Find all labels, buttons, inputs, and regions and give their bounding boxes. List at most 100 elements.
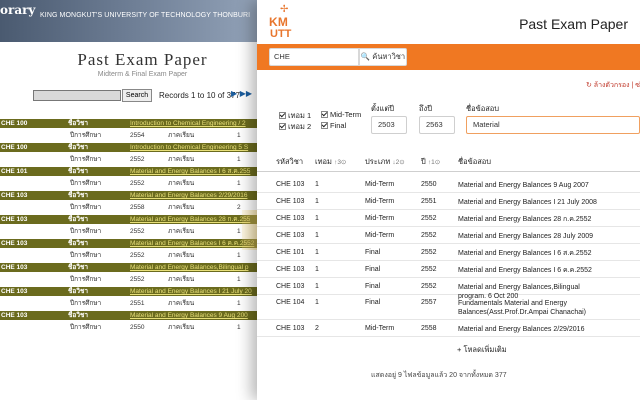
sort-indicator-icon: ↓2⊙ <box>392 159 405 166</box>
cell-term: 1 <box>315 299 319 306</box>
legacy-cell: ชื่อวิชา <box>68 288 89 295</box>
results-table: CHE 103 1 Mid-Term 2550 Material and Energy … <box>257 176 640 337</box>
legacy-cell: 2552 <box>130 228 145 235</box>
legacy-exam-link[interactable]: Material and Energy Balances,Bilingual p <box>130 263 249 272</box>
legacy-cell: ภาคเรียน <box>168 132 195 139</box>
col-header-code[interactable]: รหัสวิชา <box>276 156 303 168</box>
legacy-exam-link[interactable]: Material and Energy Balances 2/29/2016 <box>130 191 247 200</box>
legacy-row-header: CHE 103 ชื่อวิชา Material and Energy Balan… <box>0 311 300 320</box>
checkbox-midterm[interactable]: Mid-Term <box>321 110 361 119</box>
legacy-exam-link[interactable]: Material and Energy Balances 9 Aug 200 <box>130 311 248 320</box>
col-header-year[interactable]: ปี ↑1⊙ <box>421 156 440 168</box>
table-row[interactable]: CHE 103 1 Mid-Term 2552 Material and Energy … <box>257 227 640 244</box>
cell-code: CHE 103 <box>276 266 305 273</box>
search-input[interactable]: CHE <box>269 48 359 66</box>
table-row[interactable]: CHE 103 1 Mid-Term 2550 Material and Energy … <box>257 176 640 193</box>
cell-name: Material and Energy Balances 9 Aug 2007 <box>458 182 589 189</box>
legacy-search-button[interactable]: Search <box>122 89 152 102</box>
legacy-cell: 2550 <box>130 324 145 331</box>
cell-type: Final <box>365 283 381 290</box>
legacy-cell: 2552 <box>130 156 145 163</box>
legacy-cell: 1 <box>237 156 241 163</box>
checkbox-icon <box>279 112 286 119</box>
legacy-cell: 1 <box>237 300 241 307</box>
cell-name: Material and Energy Balances I 6 ส.ค.255… <box>458 250 592 257</box>
table-row[interactable]: CHE 103 1 Mid-Term 2552 Material and Energy … <box>257 210 640 227</box>
legacy-cell: ชื่อวิชา <box>68 312 89 319</box>
legacy-exam-link[interactable]: Introduction to Chemical Engineering 5 S <box>130 143 248 152</box>
legacy-cell: CHE 103 <box>1 312 28 319</box>
cell-term: 1 <box>315 181 319 188</box>
legacy-exam-link[interactable]: Introduction to Chemical Engineering / 2 <box>130 119 246 128</box>
to-year-input[interactable]: 2563 <box>419 116 455 134</box>
cell-year: 2552 <box>421 249 437 256</box>
load-more-button[interactable]: + โหลดเพิ่มเติม <box>457 344 507 356</box>
col-header-term[interactable]: เทอม ↑3⊙ <box>315 156 346 168</box>
legacy-cell: 2552 <box>130 276 145 283</box>
legacy-search-input[interactable] <box>33 90 121 101</box>
legacy-row-detail: ปีการศึกษา 2551 ภาคเรียน 1 <box>0 299 300 308</box>
legacy-pager-icons[interactable]: ▶ ▶▶ <box>231 89 252 98</box>
legacy-cell: ปีการศึกษา <box>70 204 102 211</box>
legacy-cell: ภาคเรียน <box>168 204 195 211</box>
legacy-row-header: CHE 103 ชื่อวิชา Material and Energy Balan… <box>0 287 300 296</box>
legacy-cell: 2 <box>237 204 241 211</box>
search-bar: CHE 🔍 ค้นหาวิชา <box>257 44 640 70</box>
search-button[interactable]: 🔍 ค้นหาวิชา <box>359 48 407 66</box>
checkbox-label: Final <box>330 121 347 130</box>
cell-year: 2552 <box>421 283 437 290</box>
legacy-exam-link[interactable]: Material and Energy Balances I 21 July 2… <box>130 287 252 296</box>
cell-name: Fundamentals Material and Energy Balance… <box>458 300 586 316</box>
from-year-label: ตั้งแต่ปี <box>371 104 394 113</box>
logo-text-bottom: UTT <box>270 28 292 40</box>
legacy-cell: CHE 103 <box>1 192 28 199</box>
legacy-cell: ปีการศึกษา <box>70 324 102 331</box>
legacy-cell: CHE 103 <box>1 216 28 223</box>
legacy-cell: ภาคเรียน <box>168 156 195 163</box>
table-row[interactable]: CHE 103 1 Final 2552 Material and Energy Bal… <box>257 261 640 278</box>
legacy-exam-link[interactable]: Material and Energy Balances 28 ก.ค.255 <box>130 215 250 224</box>
legacy-cell: 2551 <box>130 300 145 307</box>
legacy-cell: 1 <box>237 324 241 331</box>
checkbox-label: เทอม 1 <box>288 111 312 120</box>
from-year-input[interactable]: 2503 <box>371 116 407 134</box>
cell-type: Mid-Term <box>365 232 395 239</box>
table-row[interactable]: CHE 103 1 Final 2552 Material and Energy Bal… <box>257 278 640 300</box>
kmutt-logo[interactable]: ✢ KM UTT <box>269 4 301 41</box>
exam-name-label: ชื่อข้อสอบ <box>466 104 500 113</box>
table-row[interactable]: CHE 103 2 Mid-Term 2558 Material and Energy … <box>257 320 640 337</box>
table-row[interactable]: CHE 101 1 Final 2552 Material and Energy Bal… <box>257 244 640 261</box>
checkbox-term-2[interactable]: เทอม 2 <box>279 121 311 133</box>
cell-code: CHE 103 <box>276 232 305 239</box>
legacy-exam-link[interactable]: Material and Energy Balances I 6 ส.ค.255 <box>130 167 250 176</box>
legacy-records-count: Records 1 to 10 of 377 <box>159 91 240 100</box>
cell-type: Final <box>365 299 381 306</box>
cell-name: Material and Energy Balances 2/29/2016 <box>458 326 585 333</box>
exam-name-input[interactable]: Material <box>466 116 640 134</box>
legacy-exam-link[interactable]: Material and Energy Balances I 6 ค.ค.255… <box>130 239 254 248</box>
cell-type: Mid-Term <box>365 198 395 205</box>
cell-term: 1 <box>315 215 319 222</box>
col-header-name[interactable]: ชื่อข้อสอบ <box>458 156 491 168</box>
legacy-cell: ชื่อวิชา <box>68 240 89 247</box>
col-header-type[interactable]: ประเภท ↓2⊙ <box>365 156 405 168</box>
legacy-cell: CHE 101 <box>1 168 28 175</box>
legacy-cell: 1 <box>237 228 241 235</box>
col-header-label: เทอม <box>315 157 332 166</box>
app-header: ✢ KM UTT Past Exam Paper <box>257 0 640 44</box>
cell-year: 2550 <box>421 181 437 188</box>
cell-term: 1 <box>315 232 319 239</box>
legacy-cell: ชื่อวิชา <box>68 120 89 127</box>
table-row[interactable]: CHE 104 1 Final 2557 Fundamentals Material a… <box>257 295 640 320</box>
clear-filters-link[interactable]: ↻ ล้างตัวกรอง | ซ่ <box>586 80 640 91</box>
cell-year: 2551 <box>421 198 437 205</box>
legacy-cell: ภาคเรียน <box>168 324 195 331</box>
cell-term: 1 <box>315 283 319 290</box>
checkbox-final[interactable]: Final <box>321 121 346 130</box>
legacy-row-detail: ปีการศึกษา 2550 ภาคเรียน 1 <box>0 323 300 332</box>
legacy-cell: ปีการศึกษา <box>70 252 102 259</box>
legacy-cell: 1 <box>237 276 241 283</box>
legacy-cell: CHE 103 <box>1 264 28 271</box>
table-row[interactable]: CHE 103 1 Mid-Term 2551 Material and Energy … <box>257 193 640 210</box>
legacy-cell: 2558 <box>130 204 145 211</box>
